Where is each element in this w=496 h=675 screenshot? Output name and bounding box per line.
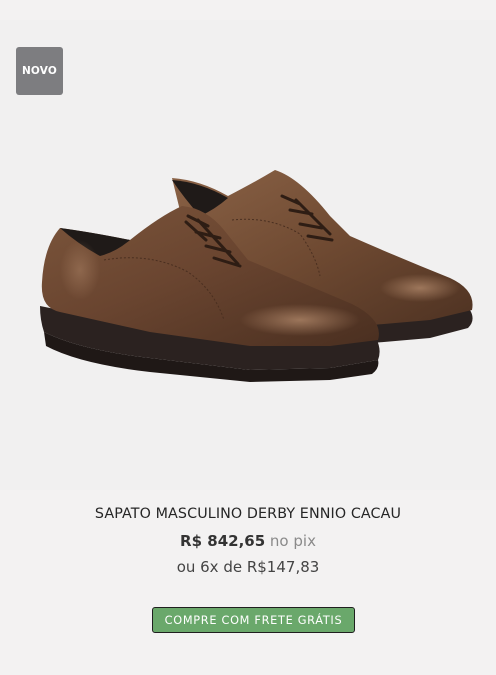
buy-button[interactable]: COMPRE COM FRETE GRÁTIS bbox=[152, 607, 355, 633]
price-suffix: no pix bbox=[269, 532, 316, 550]
product-card: NOVO SAPATO MASCULINO DERBY ENNIO CACAU … bbox=[0, 0, 496, 675]
shoe-pair-image bbox=[40, 170, 473, 382]
installments-text: ou 6x de R$147,83 bbox=[176, 558, 320, 576]
product-image[interactable] bbox=[0, 20, 496, 490]
new-badge: NOVO bbox=[16, 47, 63, 95]
price-line: R$ 842,65 no pix bbox=[0, 532, 496, 550]
product-name[interactable]: SAPATO MASCULINO DERBY ENNIO CACAU bbox=[0, 506, 496, 522]
product-price: R$ 842,65 bbox=[180, 532, 266, 550]
